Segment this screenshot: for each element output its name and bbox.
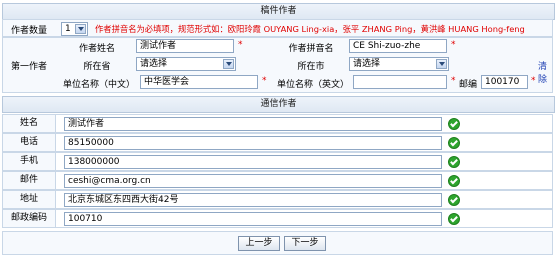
- pinyin-format-note: 作者拼音名为必填项，规范形式如：欧阳玲霞 OUYANG Ling-xia，张平 …: [95, 24, 525, 34]
- field-row-postcode: 邮政编码 100710: [2, 209, 553, 228]
- check-circle-icon: [448, 175, 460, 187]
- first-author-label: 第一作者: [10, 62, 47, 72]
- province-select[interactable]: 请选择: [136, 57, 236, 71]
- author-form: 稿件作者 作者数量 1 作者拼音名为必填项，规范形式如：欧阳玲霞 OUYANG …: [2, 0, 558, 258]
- first-author-block: 第一作者 作者姓名 测试作者 * 作者拼音名 CE Shi-zuo-zhe * …: [2, 37, 553, 93]
- phone-label: 电话: [3, 134, 56, 151]
- address-input[interactable]: 北京东城区东四西大街42号: [64, 193, 442, 207]
- section-header-correspondence: 通信作者: [2, 96, 555, 113]
- section-header-authors: 稿件作者: [2, 3, 555, 20]
- check-circle-icon: [448, 118, 460, 130]
- address-label: 地址: [3, 191, 56, 208]
- author-count-value: 1: [65, 24, 71, 34]
- required-mark: *: [451, 40, 456, 50]
- required-mark: *: [531, 76, 536, 86]
- city-value: 请选择: [353, 59, 381, 69]
- author-count-row: 作者数量 1 作者拼音名为必填项，规范形式如：欧阳玲霞 OUYANG Ling-…: [2, 19, 553, 37]
- chevron-down-icon: [223, 59, 234, 69]
- name-label: 姓名: [3, 115, 56, 132]
- check-circle-icon: [448, 194, 460, 206]
- field-row-phone: 电话 85150000: [2, 133, 553, 152]
- email-input[interactable]: ceshi@cma.org.cn: [64, 174, 442, 188]
- required-mark: *: [262, 76, 267, 86]
- field-row-mobile: 手机 138000000: [2, 152, 553, 171]
- next-step-button[interactable]: 下一步: [284, 236, 326, 251]
- author-pinyin-input[interactable]: CE Shi-zuo-zhe: [349, 39, 447, 53]
- zip-input[interactable]: 100710: [64, 212, 442, 226]
- required-mark: *: [451, 76, 456, 86]
- footer-bar: 上一步 下一步: [2, 231, 553, 255]
- chevron-down-icon: [75, 24, 86, 34]
- province-label: 所在省: [83, 62, 111, 72]
- section-title-correspondence: 通信作者: [260, 99, 297, 109]
- org-cn-input[interactable]: 中华医学会: [140, 75, 258, 89]
- check-circle-icon: [448, 137, 460, 149]
- prev-step-button[interactable]: 上一步: [238, 236, 280, 251]
- mobile-input[interactable]: 138000000: [64, 155, 442, 169]
- author-name-input[interactable]: 测试作者: [136, 39, 234, 53]
- check-circle-icon: [448, 156, 460, 168]
- chevron-down-icon: [436, 59, 447, 69]
- field-row-name: 姓名 测试作者: [2, 114, 553, 133]
- field-row-address: 地址 北京东城区东四西大街42号: [2, 190, 553, 209]
- email-label: 邮件: [3, 172, 56, 189]
- clear-link[interactable]: 清除: [538, 59, 552, 85]
- postcode-label: 邮编: [458, 80, 477, 90]
- author-name-label: 作者姓名: [78, 44, 115, 54]
- field-row-email: 邮件 ceshi@cma.org.cn: [2, 171, 553, 190]
- author-count-select[interactable]: 1: [61, 22, 88, 36]
- province-value: 请选择: [140, 59, 168, 69]
- section-title-authors: 稿件作者: [260, 6, 297, 16]
- phone-input[interactable]: 85150000: [64, 136, 442, 150]
- name-input[interactable]: 测试作者: [64, 117, 442, 131]
- required-mark: *: [238, 40, 243, 50]
- org-cn-label: 单位名称（中文）: [62, 80, 135, 90]
- author-count-label: 作者数量: [10, 26, 47, 36]
- mobile-label: 手机: [3, 153, 56, 170]
- org-en-label: 单位名称（英文）: [276, 80, 349, 90]
- city-label: 所在市: [297, 62, 325, 72]
- check-circle-icon: [448, 213, 460, 225]
- org-en-input[interactable]: [353, 75, 447, 89]
- author-pinyin-label: 作者拼音名: [288, 44, 334, 54]
- postcode-input[interactable]: 100170: [481, 75, 528, 89]
- city-select[interactable]: 请选择: [349, 57, 449, 71]
- zip-label: 邮政编码: [3, 210, 56, 227]
